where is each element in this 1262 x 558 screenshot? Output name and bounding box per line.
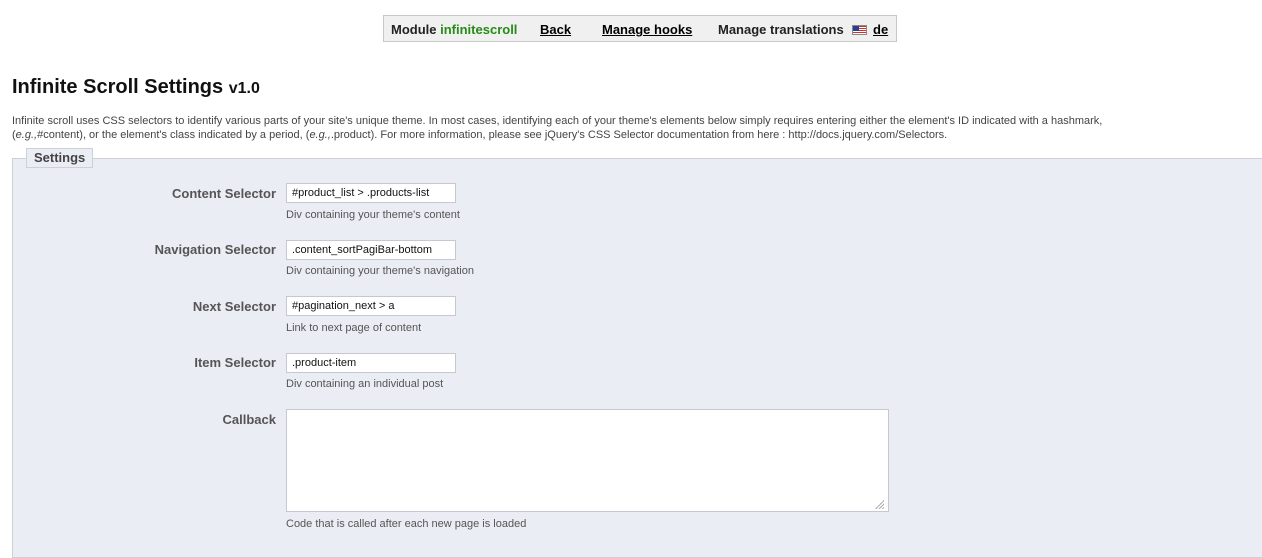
callback-textarea[interactable] [286, 409, 889, 512]
item-selector-label: Item Selector [194, 355, 276, 370]
next-selector-label: Next Selector [192, 299, 276, 314]
navigation-selector-label: Navigation Selector [154, 242, 276, 257]
module-name-label: Module infinitescroll [391, 22, 517, 37]
content-selector-label: Content Selector [171, 186, 276, 201]
navigation-selector-input[interactable] [286, 240, 456, 260]
settings-legend: Settings [26, 148, 94, 168]
page-title: Infinite Scroll Settings v1.0 [12, 76, 260, 99]
next-selector-input[interactable] [286, 296, 456, 316]
intro-text-3: .product). For more information, please … [330, 129, 948, 141]
callback-label: Callback [222, 412, 276, 427]
intro-eg-1: e.g., [15, 129, 38, 141]
page-title-text: Infinite Scroll Settings [12, 76, 224, 98]
resize-grip-icon[interactable] [874, 499, 884, 509]
module-name: infinitescroll [440, 22, 518, 37]
module-prefix: Module [391, 22, 437, 37]
back-link[interactable]: Back [540, 22, 571, 37]
content-selector-input[interactable] [286, 183, 456, 203]
next-selector-help: Link to next page of content [286, 322, 422, 334]
us-flag-icon[interactable] [852, 25, 867, 35]
intro-description: Infinite scroll uses CSS selectors to id… [12, 115, 1103, 141]
intro-eg-2: e.g., [309, 129, 331, 141]
module-toolbar: Module infinitescroll Back Manage hooks … [383, 15, 897, 42]
navigation-selector-help: Div containing your theme's navigation [286, 265, 474, 277]
intro-text-2: #content), or the element's class indica… [37, 129, 310, 141]
item-selector-help: Div containing an individual post [286, 378, 444, 390]
version-label: v1.0 [228, 80, 260, 97]
translation-language-link[interactable]: de [873, 22, 888, 37]
callback-help: Code that is called after each new page … [286, 518, 527, 530]
manage-translations-label: Manage translations [718, 22, 844, 37]
manage-hooks-link[interactable]: Manage hooks [602, 22, 692, 37]
intro-text-1: Infinite scroll uses CSS selectors to id… [12, 115, 1103, 127]
item-selector-input[interactable] [286, 353, 456, 373]
content-selector-help: Div containing your theme's content [286, 209, 460, 221]
